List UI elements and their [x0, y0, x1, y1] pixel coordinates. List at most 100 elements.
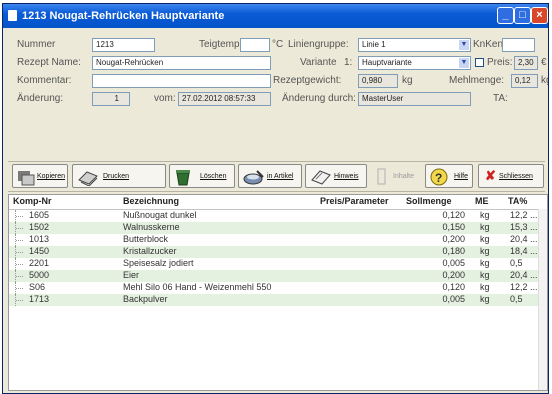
cell-me: kg	[480, 210, 490, 220]
kopieren-button[interactable]: Kopieren	[12, 164, 68, 188]
close-icon[interactable]: ×	[531, 7, 548, 24]
rezeptgewicht-unit: kg	[402, 75, 413, 86]
cell-ta: 15,3 ...	[510, 222, 538, 232]
chevron-down-icon[interactable]: ▼	[459, 58, 469, 68]
vom-field[interactable]: 27.02.2012 08:57:33	[178, 92, 271, 106]
table-row[interactable]: 1013 Butterblock 0,200 kg 20,4 ...	[9, 234, 541, 246]
maximize-icon[interactable]: □	[514, 7, 531, 24]
cell-bezeichnung: Walnusskerne	[123, 222, 180, 232]
kopieren-label: Kopieren	[37, 173, 66, 180]
mehlmenge-field[interactable]: 0,12	[511, 74, 538, 88]
aenderung-durch-field[interactable]: MasterUser	[358, 92, 471, 106]
cell-bezeichnung: Eier	[123, 270, 140, 280]
cell-komp-nr: 1013	[29, 234, 50, 244]
cell-ta: 12,2 ...	[510, 210, 538, 220]
variante-value: Hauptvariante	[362, 58, 412, 67]
ta-field	[510, 92, 538, 106]
cell-me: kg	[480, 294, 490, 304]
bowl-icon	[243, 170, 264, 185]
nummer-field[interactable]: 1213	[92, 38, 155, 52]
vertical-scrollbar[interactable]	[538, 209, 547, 390]
hilfe-button[interactable]: ? Hilfe	[425, 164, 473, 188]
aenderung-field[interactable]: 1	[92, 92, 130, 106]
ta-label: TA:	[493, 93, 508, 104]
trash-icon	[176, 170, 190, 186]
mehlmenge-unit: kg	[541, 75, 548, 86]
cell-sollmenge: 0,005	[442, 294, 465, 304]
table-row[interactable]: 1450 Kristallzucker 0,180 kg 18,4 ...	[9, 246, 541, 258]
cell-ta: 0,5	[510, 294, 523, 304]
cell-komp-nr: 1713	[29, 294, 50, 304]
cell-bezeichnung: Mehl Silo 06 Hand - Weizenmehl 550	[123, 282, 272, 292]
preis-label: Preis:	[487, 57, 513, 68]
rezeptname-label: Rezept Name:	[17, 57, 81, 68]
table-row[interactable]: 1502 Walnusskerne 0,150 kg 15,3 ...	[9, 222, 541, 234]
col-me[interactable]: ME	[475, 196, 489, 206]
preis-unit: €	[541, 57, 547, 68]
table-row[interactable]: 5000 Eier 0,200 kg 20,4 ...	[9, 270, 541, 282]
cell-me: kg	[480, 234, 490, 244]
cell-ta: 0,5	[510, 258, 523, 268]
preis-checkbox[interactable]	[475, 58, 484, 67]
schliessen-label: Schliessen	[499, 173, 533, 180]
cell-sollmenge: 0,120	[442, 210, 465, 220]
loeschen-label: Löschen	[200, 173, 227, 180]
cell-sollmenge: 0,180	[442, 246, 465, 256]
table-header: Komp-Nr Bezeichnung Preis/Parameter Soll…	[9, 195, 547, 210]
table-row[interactable]: 1605 Nußnougat dunkel 0,120 kg 12,2 ...	[9, 210, 541, 222]
toolbar: Kopieren Drucken Löschen in Artikel Hinw…	[8, 161, 545, 192]
table-row[interactable]: 2201 Speisesalz jodiert 0,005 kg 0,5	[9, 258, 541, 270]
hinweis-button[interactable]: Hinweis	[305, 164, 367, 188]
col-bezeichnung[interactable]: Bezeichnung	[123, 196, 179, 206]
tree-connector-icon	[15, 270, 24, 282]
variante-number: 1:	[344, 57, 353, 68]
cell-komp-nr: 1605	[29, 210, 50, 220]
tree-connector-icon	[15, 222, 24, 234]
col-ta[interactable]: TA%	[508, 196, 527, 206]
teigtemp-field[interactable]	[240, 38, 270, 52]
app-icon	[8, 10, 17, 21]
inhalte-button[interactable]: Inhalte	[372, 164, 420, 188]
cell-me: kg	[480, 258, 490, 268]
schliessen-button[interactable]: ✘ Schliessen	[478, 164, 544, 188]
loeschen-button[interactable]: Löschen	[169, 164, 235, 188]
hilfe-label: Hilfe	[454, 173, 469, 180]
variante-label: Variante	[300, 57, 337, 68]
cell-sollmenge: 0,200	[442, 234, 465, 244]
rezeptgewicht-label: Rezeptgewicht:	[273, 75, 342, 86]
tree-connector-icon	[15, 210, 24, 222]
cell-sollmenge: 0,120	[442, 282, 465, 292]
col-komp-nr[interactable]: Komp-Nr	[13, 196, 52, 206]
nummer-label: Nummer	[17, 39, 56, 50]
table-row[interactable]: 1713 Backpulver 0,005 kg 0,5	[9, 294, 541, 306]
cell-ta: 20,4 ...	[510, 270, 538, 280]
cell-me: kg	[480, 246, 490, 256]
vom-label: vom:	[154, 93, 176, 104]
rezeptname-field[interactable]: Nougat-Rehrücken	[92, 56, 271, 70]
rezeptgewicht-field[interactable]: 0,980	[358, 74, 398, 88]
variante-select[interactable]: Hauptvariante ▼	[358, 56, 471, 70]
teigtemp-label: Teigtemp:	[199, 39, 243, 50]
table-row[interactable]: S06 Mehl Silo 06 Hand - Weizenmehl 550 0,1…	[9, 282, 541, 294]
liniengruppe-label: Liniengruppe:	[288, 39, 349, 50]
cell-me: kg	[480, 282, 490, 292]
kommentar-field[interactable]	[92, 74, 271, 88]
document-icon	[377, 168, 386, 185]
knkennl-field[interactable]	[502, 38, 535, 52]
drucken-button[interactable]: Drucken	[72, 164, 166, 188]
mehlmenge-label: Mehlmenge:	[449, 75, 505, 86]
minimize-icon[interactable]: _	[497, 7, 514, 24]
title-bar[interactable]: 1213 Nougat-Rehrücken Hauptvariante _ □ …	[3, 4, 548, 28]
col-preis-parameter[interactable]: Preis/Parameter	[320, 196, 389, 206]
copy-icon	[18, 171, 35, 186]
chevron-down-icon[interactable]: ▼	[459, 40, 469, 50]
in-artikel-label: in Artikel	[267, 173, 294, 180]
liniengruppe-select[interactable]: Linie 1 ▼	[358, 38, 471, 52]
in-artikel-button[interactable]: in Artikel	[238, 164, 302, 188]
tree-connector-icon	[15, 246, 24, 258]
cell-komp-nr: 1450	[29, 246, 50, 256]
cell-ta: 20,4 ...	[510, 234, 538, 244]
col-sollmenge[interactable]: Sollmenge	[406, 196, 452, 206]
cell-sollmenge: 0,200	[442, 270, 465, 280]
preis-field[interactable]: 2,30	[514, 56, 538, 70]
